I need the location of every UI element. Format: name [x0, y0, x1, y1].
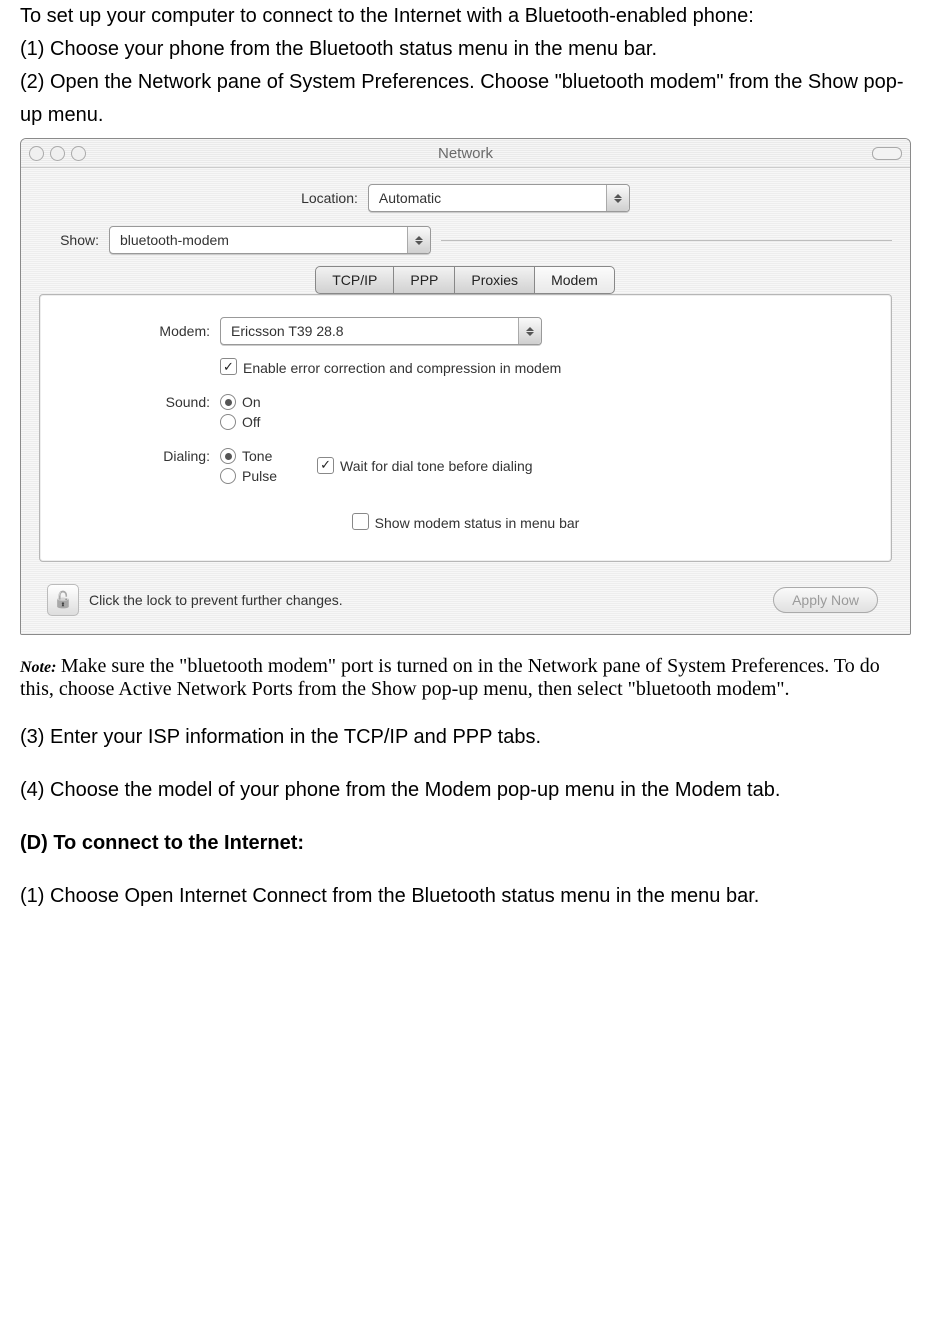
lock-text: Click the lock to prevent further change… — [89, 592, 343, 608]
step1: (1) Choose your phone from the Bluetooth… — [20, 33, 911, 66]
network-window: Network Location: Automatic Show: blueto… — [20, 138, 911, 635]
checkbox-icon — [220, 358, 237, 375]
dial-pulse-radio[interactable]: Pulse — [220, 468, 277, 484]
note-label: Note: — [20, 659, 56, 676]
lock-icon: 🔓 — [53, 590, 73, 610]
location-popup[interactable]: Automatic — [368, 184, 630, 212]
modem-tab-pane: Modem: Ericsson T39 28.8 Enable error co… — [39, 294, 892, 562]
dial-tone-radio[interactable]: Tone — [220, 448, 277, 464]
intro: To set up your computer to connect to th… — [20, 0, 911, 33]
modem-value: Ericsson T39 28.8 — [221, 323, 518, 339]
section-d-heading: (D) To connect to the Internet: — [20, 827, 911, 860]
note-body: Make sure the "bluetooth modem" port is … — [20, 655, 880, 700]
tab-bar: TCP/IP PPP Proxies Modem — [39, 266, 892, 294]
tab-modem[interactable]: Modem — [534, 266, 615, 294]
wait-dialtone-checkbox[interactable]: Wait for dial tone before dialing — [317, 448, 532, 484]
show-value: bluetooth-modem — [110, 232, 407, 248]
chevron-updown-icon — [407, 227, 430, 253]
step2: (2) Open the Network pane of System Pref… — [20, 66, 911, 132]
lock-button[interactable]: 🔓 — [47, 584, 79, 616]
error-correction-checkbox[interactable]: Enable error correction and compression … — [220, 359, 561, 376]
sound-on-radio[interactable]: On — [220, 394, 261, 410]
tab-ppp[interactable]: PPP — [393, 266, 455, 294]
tab-proxies[interactable]: Proxies — [454, 266, 535, 294]
radio-icon — [220, 394, 236, 410]
window-titlebar: Network — [21, 139, 910, 168]
show-modem-status-checkbox[interactable]: Show modem status in menu bar — [352, 514, 580, 531]
note-paragraph: Note: Make sure the "bluetooth modem" po… — [20, 655, 911, 701]
radio-icon — [220, 448, 236, 464]
modem-popup[interactable]: Ericsson T39 28.8 — [220, 317, 542, 345]
sound-off-radio[interactable]: Off — [220, 414, 261, 430]
checkbox-icon — [317, 457, 334, 474]
checkbox-icon — [352, 513, 369, 530]
show-popup[interactable]: bluetooth-modem — [109, 226, 431, 254]
apply-now-button[interactable]: Apply Now — [773, 587, 878, 613]
toolbar-toggle-icon[interactable] — [872, 147, 902, 160]
radio-icon — [220, 468, 236, 484]
step4: (4) Choose the model of your phone from … — [20, 774, 911, 807]
radio-icon — [220, 414, 236, 430]
modem-label: Modem: — [60, 323, 220, 339]
divider — [441, 240, 892, 241]
sound-label: Sound: — [60, 394, 220, 410]
tab-tcpip[interactable]: TCP/IP — [315, 266, 394, 294]
dialing-label: Dialing: — [60, 448, 220, 464]
doc-intro-block: To set up your computer to connect to th… — [20, 0, 911, 132]
d-step1: (1) Choose Open Internet Connect from th… — [20, 880, 911, 913]
errcomp-label: Enable error correction and compression … — [243, 360, 561, 376]
location-label: Location: — [301, 190, 368, 206]
location-value: Automatic — [369, 190, 606, 206]
chevron-updown-icon — [606, 185, 629, 211]
window-title: Network — [21, 145, 910, 162]
step3: (3) Enter your ISP information in the TC… — [20, 721, 911, 754]
show-label: Show: — [39, 232, 109, 248]
chevron-updown-icon — [518, 318, 541, 344]
